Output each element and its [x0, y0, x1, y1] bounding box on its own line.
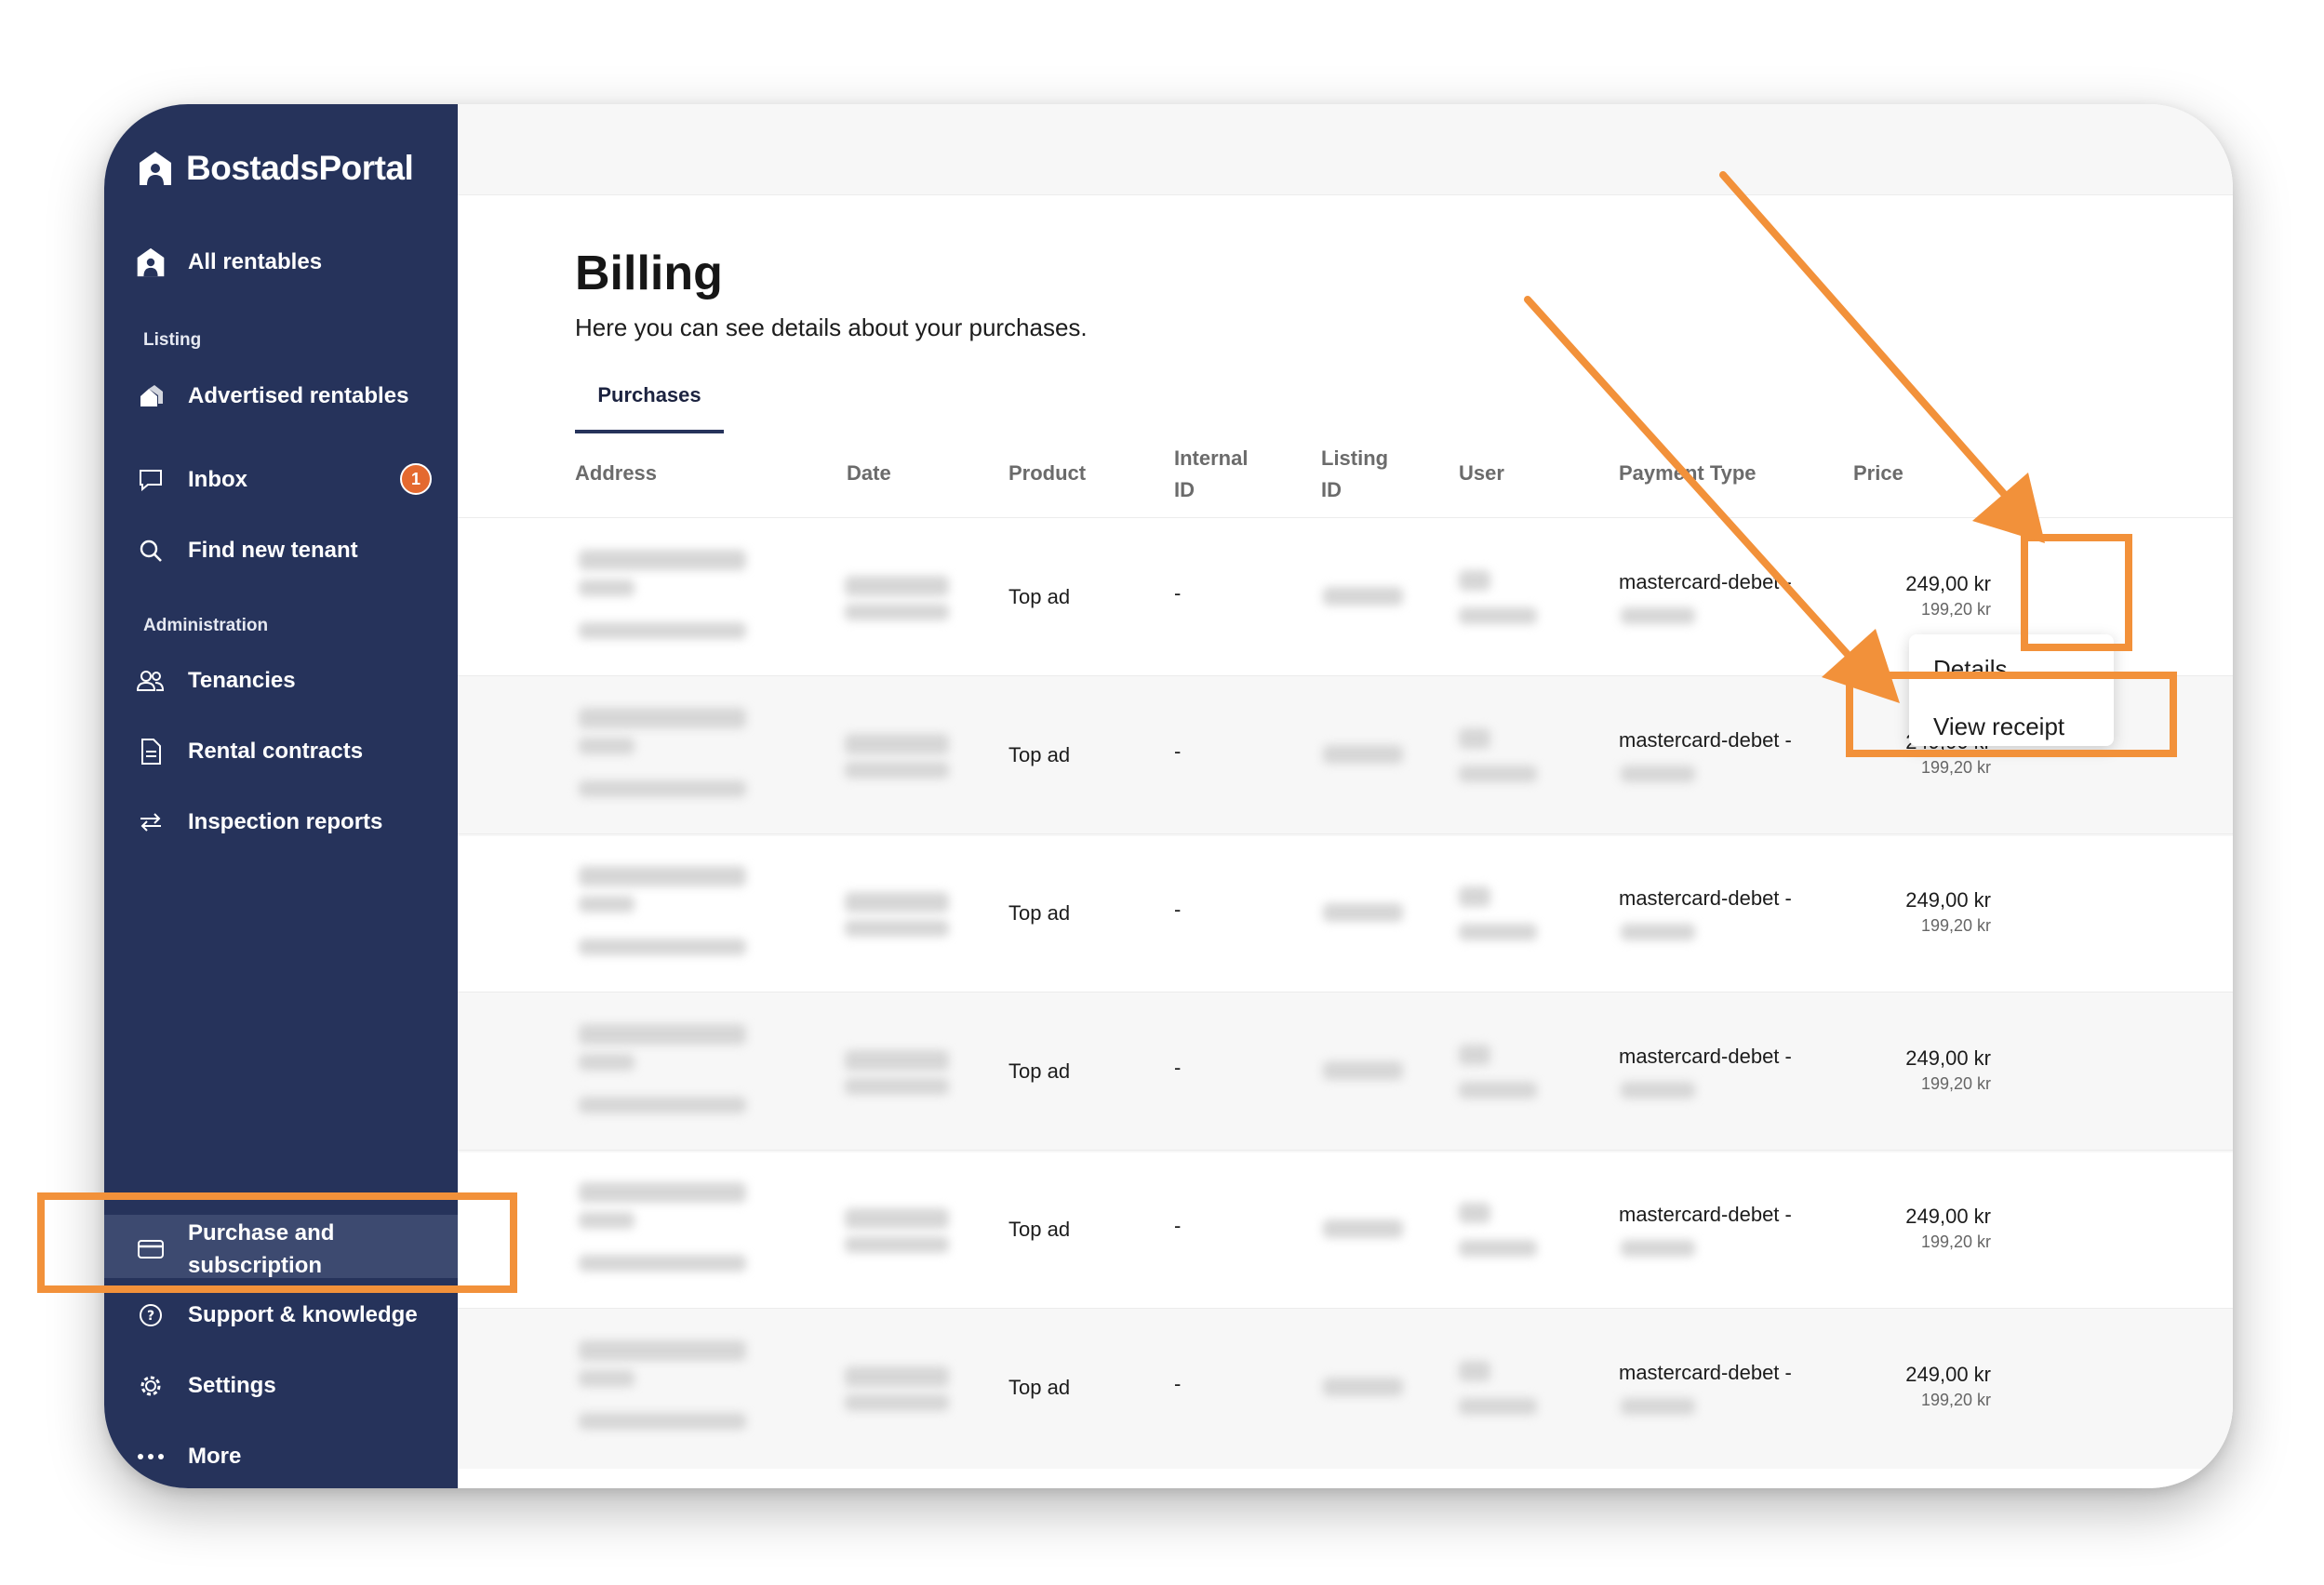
arrow-to-view-receipt [1524, 296, 1900, 703]
annotation-arrows [1524, 171, 2045, 703]
arrow-to-kebab [1719, 171, 2045, 543]
